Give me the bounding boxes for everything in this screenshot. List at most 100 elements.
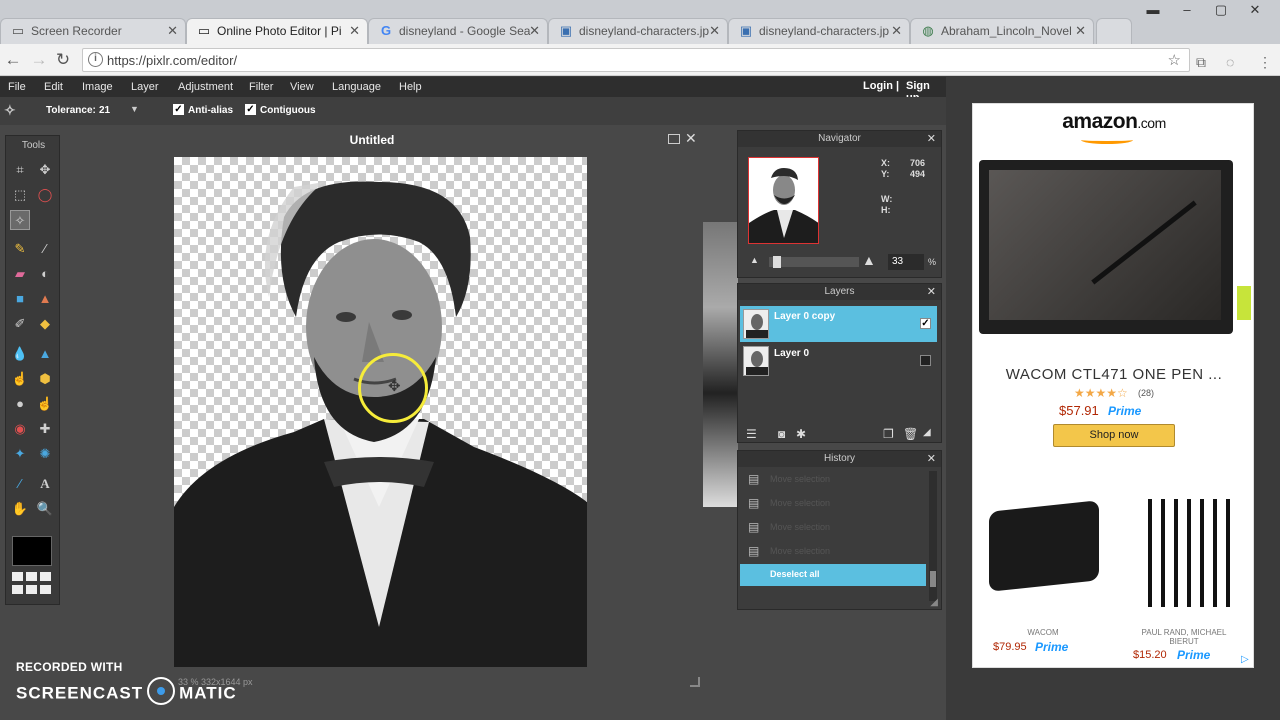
- zoom-out-icon[interactable]: ▲: [750, 255, 759, 265]
- close-icon[interactable]: ✕: [167, 19, 178, 43]
- drawing-tool-icon[interactable]: ◆: [35, 314, 55, 334]
- product-image[interactable]: [979, 160, 1251, 334]
- info-icon[interactable]: i: [88, 52, 103, 67]
- history-scroll-thumb[interactable]: [930, 571, 936, 587]
- history-item[interactable]: ▤ Move selection: [740, 540, 926, 562]
- layer-row[interactable]: Layer 0 copy ✓: [740, 306, 937, 342]
- zoom-input[interactable]: 33: [888, 254, 924, 270]
- menu-language[interactable]: Language: [332, 81, 381, 93]
- product-image-tablet[interactable]: [989, 500, 1099, 592]
- close-icon[interactable]: ✕: [1075, 19, 1086, 43]
- maximize-document-icon[interactable]: [668, 134, 680, 144]
- history-item[interactable]: ▤ Move selection: [740, 468, 926, 490]
- blur-tool-icon[interactable]: 💧: [10, 344, 30, 364]
- close-icon[interactable]: ✕: [891, 19, 902, 43]
- menu-view[interactable]: View: [290, 81, 314, 93]
- lasso-tool-icon[interactable]: ◯: [35, 185, 55, 205]
- history-scrollbar[interactable]: [929, 471, 937, 601]
- dodge-tool-icon[interactable]: ●: [10, 394, 30, 414]
- smudge-tool-icon[interactable]: ☝: [10, 369, 30, 389]
- tab-disneyland-image-1[interactable]: ▣ disneyland-characters.jp ✕: [548, 18, 728, 44]
- minimize-icon[interactable]: –: [1170, 0, 1204, 22]
- close-icon[interactable]: ✕: [529, 19, 540, 43]
- menu-icon[interactable]: ⋮: [1258, 54, 1272, 71]
- history-item[interactable]: ▤ Move selection: [740, 492, 926, 514]
- shop-now-button[interactable]: Shop now: [1053, 424, 1175, 447]
- menu-file[interactable]: File: [8, 81, 26, 93]
- eraser-tool-icon[interactable]: ▰: [10, 264, 30, 284]
- window-close-icon[interactable]: ✕: [1238, 0, 1272, 22]
- primary-color-swatch[interactable]: [12, 536, 52, 566]
- layer-mask-icon[interactable]: ◙: [778, 427, 785, 441]
- new-tab-button[interactable]: [1096, 18, 1132, 44]
- layer-settings-icon[interactable]: ☰: [746, 427, 757, 441]
- menu-adjustment[interactable]: Adjustment: [178, 81, 233, 93]
- layer-visibility-checkbox[interactable]: ✓: [920, 318, 931, 329]
- spot-heal-tool-icon[interactable]: ✚: [35, 419, 55, 439]
- menu-help[interactable]: Help: [399, 81, 422, 93]
- marquee-tool-icon[interactable]: ⬚: [10, 185, 30, 205]
- reload-icon[interactable]: ↻: [52, 49, 74, 71]
- contiguous-checkbox[interactable]: ✓: [245, 104, 256, 115]
- bloat-tool-icon[interactable]: ✦: [10, 444, 30, 464]
- panel-resize-icon[interactable]: ◢: [923, 427, 931, 438]
- resize-handle[interactable]: [690, 677, 700, 687]
- close-layers-icon[interactable]: ✕: [927, 284, 936, 300]
- maximize-icon[interactable]: ▢: [1204, 0, 1238, 22]
- tab-photo-editor[interactable]: ▭ Online Photo Editor | Pi ✕: [186, 18, 368, 44]
- close-history-icon[interactable]: ✕: [927, 451, 936, 467]
- antialias-checkbox[interactable]: ✓: [173, 104, 184, 115]
- close-icon[interactable]: ✕: [709, 19, 720, 43]
- layer-visibility-checkbox[interactable]: [920, 355, 931, 366]
- layer-effects-icon[interactable]: ✱: [796, 427, 806, 441]
- magic-wand-tool-icon[interactable]: ✧: [10, 210, 30, 230]
- navigator-thumbnail[interactable]: [748, 157, 819, 244]
- crop-tool-icon[interactable]: ⌗: [10, 160, 30, 180]
- sponge-tool-icon[interactable]: ⬢: [35, 369, 55, 389]
- zoom-tool-icon[interactable]: 🔍: [35, 499, 55, 519]
- new-layer-icon[interactable]: ❐: [883, 427, 894, 441]
- color-replace-tool-icon[interactable]: ✐: [10, 314, 30, 334]
- red-eye-tool-icon[interactable]: ◉: [10, 419, 30, 439]
- tolerance-value[interactable]: 21: [99, 105, 110, 116]
- close-navigator-icon[interactable]: ✕: [927, 131, 936, 147]
- extension-icon[interactable]: ◌: [1226, 54, 1234, 70]
- close-icon[interactable]: ✕: [349, 19, 360, 43]
- bucket-tool-icon[interactable]: ◐: [35, 264, 55, 284]
- delete-layer-icon[interactable]: 🗑: [903, 427, 918, 441]
- sharpen-tool-icon[interactable]: ▲: [35, 344, 55, 364]
- history-item[interactable]: ▤ Move selection: [740, 516, 926, 538]
- forward-icon[interactable]: →: [28, 49, 50, 71]
- pencil-tool-icon[interactable]: ✎: [10, 239, 30, 259]
- zoom-slider[interactable]: [769, 256, 859, 268]
- product-title[interactable]: WACOM CTL471 ONE PEN ...: [973, 366, 1255, 383]
- zoom-slider-knob[interactable]: [773, 256, 781, 268]
- user-icon[interactable]: ▬: [1136, 0, 1170, 22]
- amazon-logo[interactable]: amazon.com: [973, 110, 1255, 134]
- menu-edit[interactable]: Edit: [44, 81, 63, 93]
- zoom-in-icon[interactable]: ▲: [862, 252, 876, 268]
- cast-icon[interactable]: ⧉: [1196, 54, 1206, 71]
- brush-tool-icon[interactable]: ∕: [35, 239, 55, 259]
- move-tool-icon[interactable]: ✥: [35, 160, 55, 180]
- product-image-book[interactable]: [1139, 499, 1231, 607]
- type-tool-icon[interactable]: A: [35, 474, 55, 494]
- clone-stamp-tool-icon[interactable]: ∕: [10, 474, 30, 494]
- tab-disneyland-image-2[interactable]: ▣ disneyland-characters.jp ✕: [728, 18, 910, 44]
- login-link[interactable]: Login: [863, 80, 893, 92]
- menu-layer[interactable]: Layer: [131, 81, 159, 93]
- tolerance-dropdown-icon[interactable]: ▼: [130, 104, 139, 114]
- history-item-selected[interactable]: Deselect all: [740, 564, 926, 586]
- gradient-tool-icon[interactable]: ■: [10, 289, 30, 309]
- tab-google-search[interactable]: G disneyland - Google Sea ✕: [368, 18, 548, 44]
- adchoices-icon[interactable]: ▷: [1241, 654, 1253, 666]
- tab-screen-recorder[interactable]: ▭ Screen Recorder ✕: [0, 18, 186, 44]
- url-input[interactable]: i https://pixlr.com/editor/ ☆: [82, 48, 1190, 72]
- menu-filter[interactable]: Filter: [249, 81, 273, 93]
- menu-image[interactable]: Image: [82, 81, 113, 93]
- hand-tool-icon[interactable]: ✋: [10, 499, 30, 519]
- layer-row[interactable]: Layer 0: [740, 343, 937, 379]
- stamp-tool-icon[interactable]: ▲: [35, 289, 55, 309]
- tab-lincoln-novel[interactable]: ◍ Abraham_Lincoln_Novel ✕: [910, 18, 1094, 44]
- back-icon[interactable]: ←: [2, 49, 24, 71]
